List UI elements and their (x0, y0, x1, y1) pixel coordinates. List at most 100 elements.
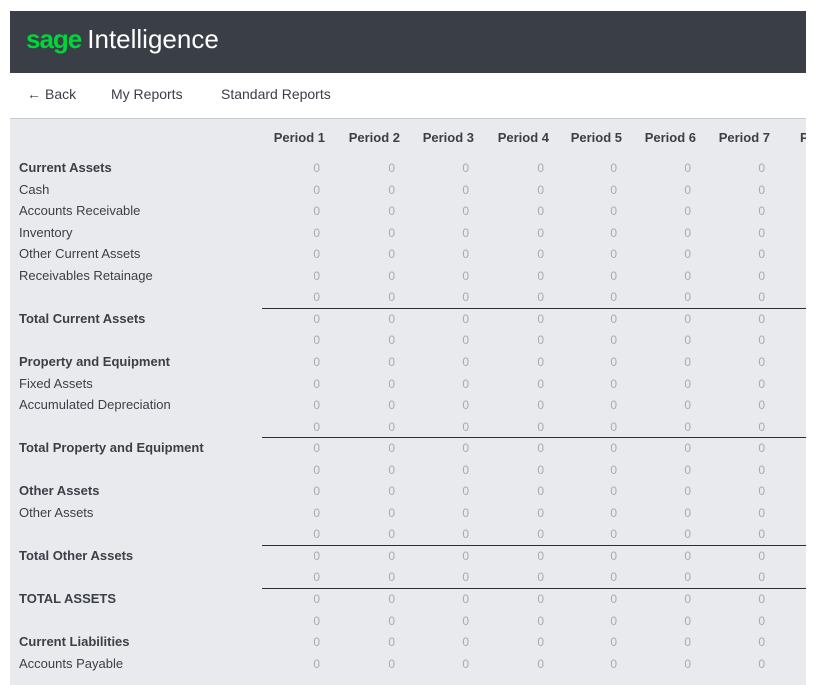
value-cell: 0 (610, 635, 617, 650)
row-label: Fixed Assets (19, 375, 93, 391)
value-cell: 0 (313, 613, 320, 628)
value-cell: 0 (313, 592, 320, 606)
my-reports-link[interactable]: My Reports (111, 86, 183, 102)
value-cell: 0 (684, 354, 691, 369)
value-cell: 0 (537, 333, 544, 348)
value-cell: 0 (758, 268, 765, 283)
value-cell: 0 (758, 484, 765, 499)
value-cell: 0 (388, 311, 395, 326)
value-cell: 0 (758, 656, 765, 671)
value-cell: 0 (758, 592, 765, 606)
value-cell: 0 (388, 548, 395, 563)
value-cell: 0 (462, 225, 469, 240)
value-cell: 0 (758, 290, 765, 305)
value-cell: 0 (462, 333, 469, 348)
value-cell: 0 (758, 204, 765, 219)
value-cell: 0 (537, 376, 544, 391)
value-cell: 0 (684, 182, 691, 197)
value-cell: 0 (684, 376, 691, 391)
value-cell: 0 (537, 441, 544, 456)
value-cell: 0 (537, 204, 544, 219)
row-label: Total Current Assets (19, 310, 146, 326)
standard-reports-link[interactable]: Standard Reports (221, 86, 331, 102)
column-header-period-8: P (800, 130, 806, 145)
value-cell: 0 (684, 613, 691, 628)
value-cell: 0 (758, 441, 765, 456)
value-cell: 0 (313, 161, 320, 175)
value-cell: 0 (684, 290, 691, 305)
balance-sheet-report: Period 1 Period 2 Period 3 Period 4 Period 5… (10, 118, 806, 685)
value-cell: 0 (462, 441, 469, 456)
value-cell: 0 (684, 161, 691, 175)
value-cell: 0 (388, 527, 395, 542)
value-cell: 0 (388, 484, 395, 499)
value-cell: 0 (537, 354, 544, 369)
value-cell: 0 (313, 290, 320, 305)
value-cell: 0 (537, 182, 544, 197)
value-cell: 0 (610, 570, 617, 585)
value-cell: 0 (313, 333, 320, 348)
value-cell: 0 (537, 613, 544, 628)
value-cell: 0 (610, 592, 617, 606)
value-cell: 0 (388, 182, 395, 197)
value-cell: 0 (388, 462, 395, 477)
value-cell: 0 (758, 635, 765, 650)
row-label: Total Property and Equipment (19, 440, 204, 456)
row-label: Other Current Assets (19, 246, 141, 262)
value-cell: 0 (537, 505, 544, 520)
value-cell: 0 (610, 419, 617, 434)
column-header-period-1: Period 1 (273, 130, 325, 145)
value-cell: 0 (684, 268, 691, 283)
value-cell: 0 (313, 419, 320, 434)
value-cell: 0 (684, 398, 691, 413)
back-button[interactable]: ← Back (27, 86, 76, 102)
value-cell: 0 (610, 613, 617, 628)
value-cell: 0 (758, 247, 765, 262)
column-header-period-2: Period 2 (348, 130, 400, 145)
value-cell: 0 (462, 484, 469, 499)
value-cell: 0 (462, 656, 469, 671)
value-cell: 0 (537, 247, 544, 262)
value-cell: 0 (462, 419, 469, 434)
value-cell: 0 (537, 225, 544, 240)
value-cell: 0 (758, 376, 765, 391)
value-cell: 0 (313, 484, 320, 499)
value-cell: 0 (462, 376, 469, 391)
value-cell: 0 (684, 548, 691, 563)
value-cell: 0 (684, 333, 691, 348)
value-cell: 0 (684, 247, 691, 262)
value-cell: 0 (388, 161, 395, 175)
value-cell: 0 (388, 592, 395, 606)
arrow-left-icon: ← (27, 86, 41, 102)
value-cell: 0 (313, 247, 320, 262)
value-cell: 0 (684, 204, 691, 219)
value-cell: 0 (462, 247, 469, 262)
value-cell: 0 (537, 656, 544, 671)
value-cell: 0 (388, 505, 395, 520)
value-cell: 0 (462, 204, 469, 219)
value-cell: 0 (758, 398, 765, 413)
brand-name: sage (26, 24, 82, 54)
value-cell: 0 (537, 527, 544, 542)
value-cell: 0 (610, 290, 617, 305)
value-cell: 0 (610, 161, 617, 175)
value-cell: 0 (537, 570, 544, 585)
column-header-period-5: Period 5 (570, 130, 622, 145)
total-separator (262, 588, 806, 589)
value-cell: 0 (758, 570, 765, 585)
product-name: Intelligence (87, 24, 219, 54)
sage-intelligence-logo[interactable]: sage Intelligence (26, 24, 219, 58)
value-cell: 0 (684, 527, 691, 542)
value-cell: 0 (537, 419, 544, 434)
row-label: Accounts Payable (19, 655, 124, 671)
value-cell: 0 (462, 592, 469, 606)
value-cell: 0 (388, 441, 395, 456)
value-cell: 0 (313, 354, 320, 369)
value-cell: 0 (388, 635, 395, 650)
row-label: Current Liabilities (19, 634, 130, 650)
value-cell: 0 (313, 225, 320, 240)
app-header: sage Intelligence (10, 11, 806, 73)
value-cell: 0 (684, 225, 691, 240)
value-cell: 0 (313, 527, 320, 542)
value-cell: 0 (684, 311, 691, 326)
